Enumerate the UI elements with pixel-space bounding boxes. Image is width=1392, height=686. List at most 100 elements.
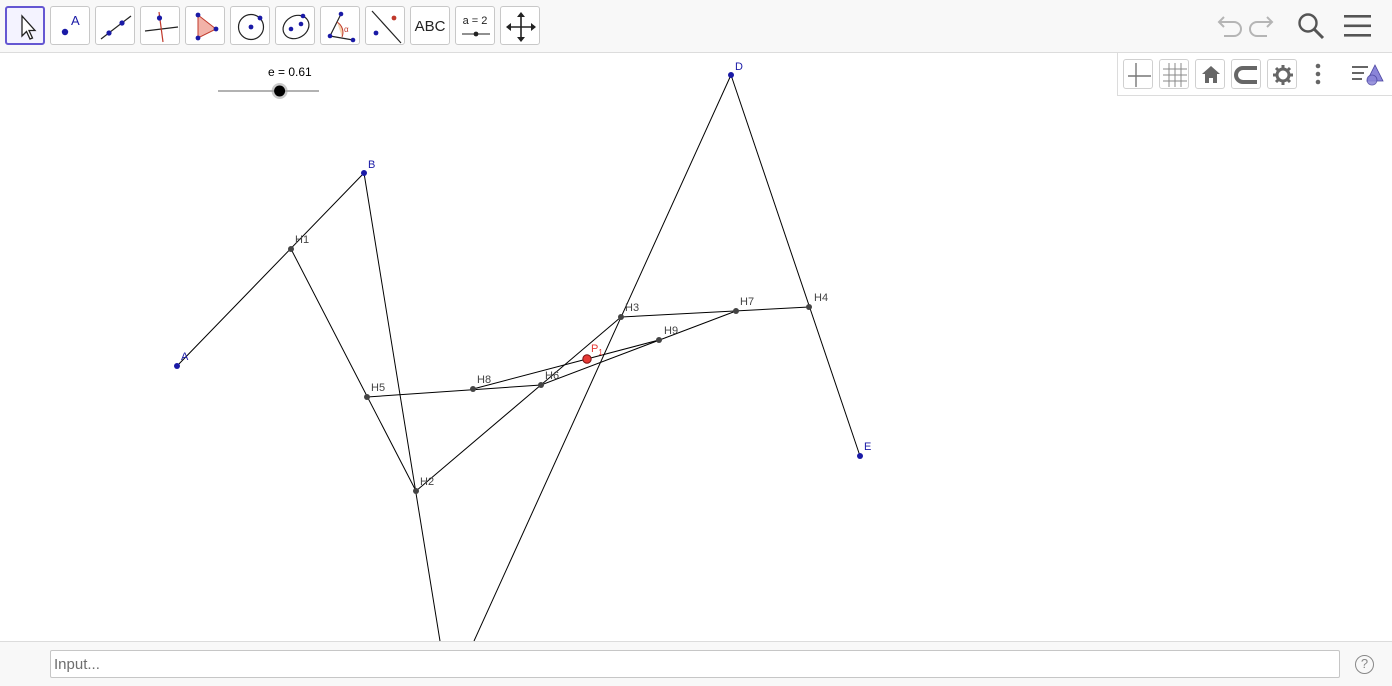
slider-tool-button[interactable]: a = 2 [455, 6, 495, 45]
point-H1[interactable] [288, 246, 294, 252]
circle-center-point-icon [237, 13, 265, 41]
geogebra-app: A α ABC a = 2 A B D E H1 H2 H3 H4 H5 H6 … [0, 0, 1392, 686]
label-H8: H8 [477, 374, 491, 386]
ellipse-tool-button[interactable] [275, 6, 315, 45]
segment-H3-H4[interactable] [620, 306, 810, 318]
label-B: B [368, 159, 375, 171]
label-H4: H4 [814, 292, 828, 304]
angle-icon: α [327, 11, 356, 43]
segment-H8-H9[interactable] [472, 339, 660, 390]
move-tool-button[interactable] [5, 6, 45, 45]
redo-icon [1249, 16, 1274, 37]
segment-H6-H7[interactable] [540, 310, 737, 386]
point-H5[interactable] [364, 394, 370, 400]
point-H8[interactable] [470, 386, 476, 392]
graphics-view[interactable]: A B D E H1 H2 H3 H4 H5 H6 H7 H8 H9 P1 e … [0, 53, 1392, 641]
segment-B-down[interactable] [363, 172, 441, 641]
label-P1-main: P [591, 343, 598, 355]
label-D: D [735, 61, 743, 73]
main-menu-button[interactable] [1341, 9, 1375, 43]
circle-tool-button[interactable] [230, 6, 270, 45]
label-E: E [864, 441, 871, 453]
slider-label: e = 0.61 [268, 65, 312, 79]
point-H9[interactable] [656, 337, 662, 343]
label-P1: P1 [591, 343, 603, 357]
view-menu-icon [1352, 64, 1384, 86]
point-B[interactable] [361, 170, 367, 176]
axes-toggle-button[interactable] [1123, 59, 1153, 89]
point-H2[interactable] [413, 488, 419, 494]
undo-icon [1217, 16, 1242, 37]
perpendicular-line-tool-button[interactable] [140, 6, 180, 45]
label-H2: H2 [420, 476, 434, 488]
label-H3: H3 [625, 302, 639, 314]
point-H3[interactable] [618, 314, 624, 320]
graphics-style-bar [1117, 53, 1392, 96]
point-H7[interactable] [733, 308, 739, 314]
segment-D-E[interactable] [730, 74, 861, 457]
toolbar: A α ABC a = 2 [0, 0, 1392, 53]
segment-H5-H6[interactable] [366, 384, 542, 398]
point-H6[interactable] [538, 382, 544, 388]
free-points [174, 72, 863, 459]
point-tool-letter: A [71, 13, 80, 28]
polygon-icon [195, 12, 219, 41]
point-A[interactable] [174, 363, 180, 369]
view-menu-button[interactable] [1350, 59, 1386, 89]
axes-icon [1128, 63, 1151, 87]
point-D[interactable] [728, 72, 734, 78]
label-H6: H6 [545, 370, 559, 382]
input-bar: ? [0, 641, 1392, 686]
label-A: A [181, 351, 189, 363]
hamburger-menu-icon [1344, 15, 1371, 37]
text-tool-button[interactable]: ABC [410, 6, 450, 45]
segment-H1-H2[interactable] [290, 248, 417, 492]
polygon-tool-button[interactable] [185, 6, 225, 45]
arrow-pointer-icon [21, 14, 37, 40]
text-icon: ABC [414, 18, 446, 35]
graphics-settings-button[interactable] [1267, 59, 1297, 89]
point-P1[interactable] [582, 354, 592, 364]
algebra-input-field[interactable] [50, 650, 1340, 678]
construction-canvas[interactable]: A B D E H1 H2 H3 H4 H5 H6 H7 H8 H9 P1 [0, 53, 1392, 641]
settings-gear-icon [1273, 65, 1293, 85]
point-E[interactable] [857, 453, 863, 459]
label-H9: H9 [664, 325, 678, 337]
help-icon[interactable]: ? [1355, 655, 1374, 674]
line-tool-button[interactable] [95, 6, 135, 45]
label-H7: H7 [740, 296, 754, 308]
grid-icon [1163, 63, 1187, 87]
grid-toggle-button[interactable] [1159, 59, 1189, 89]
label-H5: H5 [371, 382, 385, 394]
perpendicular-icon [144, 11, 179, 43]
redo-button[interactable] [1247, 9, 1281, 43]
segment-D-down[interactable] [473, 74, 732, 641]
reflect-tool-button[interactable] [365, 6, 405, 45]
reflect-about-line-icon [371, 10, 402, 44]
slider-e[interactable] [218, 83, 319, 99]
label-P1-subscript: 1 [598, 348, 603, 357]
more-options-button[interactable] [1303, 59, 1333, 89]
undo-button[interactable] [1210, 9, 1244, 43]
home-icon [1202, 66, 1220, 83]
point-H4[interactable] [806, 304, 812, 310]
construction-lines [176, 74, 861, 641]
label-H1: H1 [295, 234, 309, 246]
slider-thumb[interactable] [274, 85, 286, 97]
standard-view-button[interactable] [1195, 59, 1225, 89]
point-tool-button[interactable]: A [50, 6, 90, 45]
angle-tool-button[interactable]: α [320, 6, 360, 45]
ellipse-icon [282, 13, 310, 40]
point-capture-icon [1234, 66, 1257, 84]
search-icon [1298, 13, 1325, 40]
point-labels: A B D E H1 H2 H3 H4 H5 H6 H7 H8 H9 P1 [181, 61, 871, 488]
line-through-points-icon [100, 15, 132, 40]
search-button[interactable] [1294, 9, 1328, 43]
move-arrows-icon [506, 12, 536, 42]
slider-icon [462, 31, 490, 37]
svg-text:α: α [344, 25, 349, 34]
point-icon: A [61, 13, 80, 36]
move-graphics-view-tool-button[interactable] [500, 6, 540, 45]
more-vertical-icon [1315, 63, 1321, 85]
point-capture-button[interactable] [1231, 59, 1261, 89]
